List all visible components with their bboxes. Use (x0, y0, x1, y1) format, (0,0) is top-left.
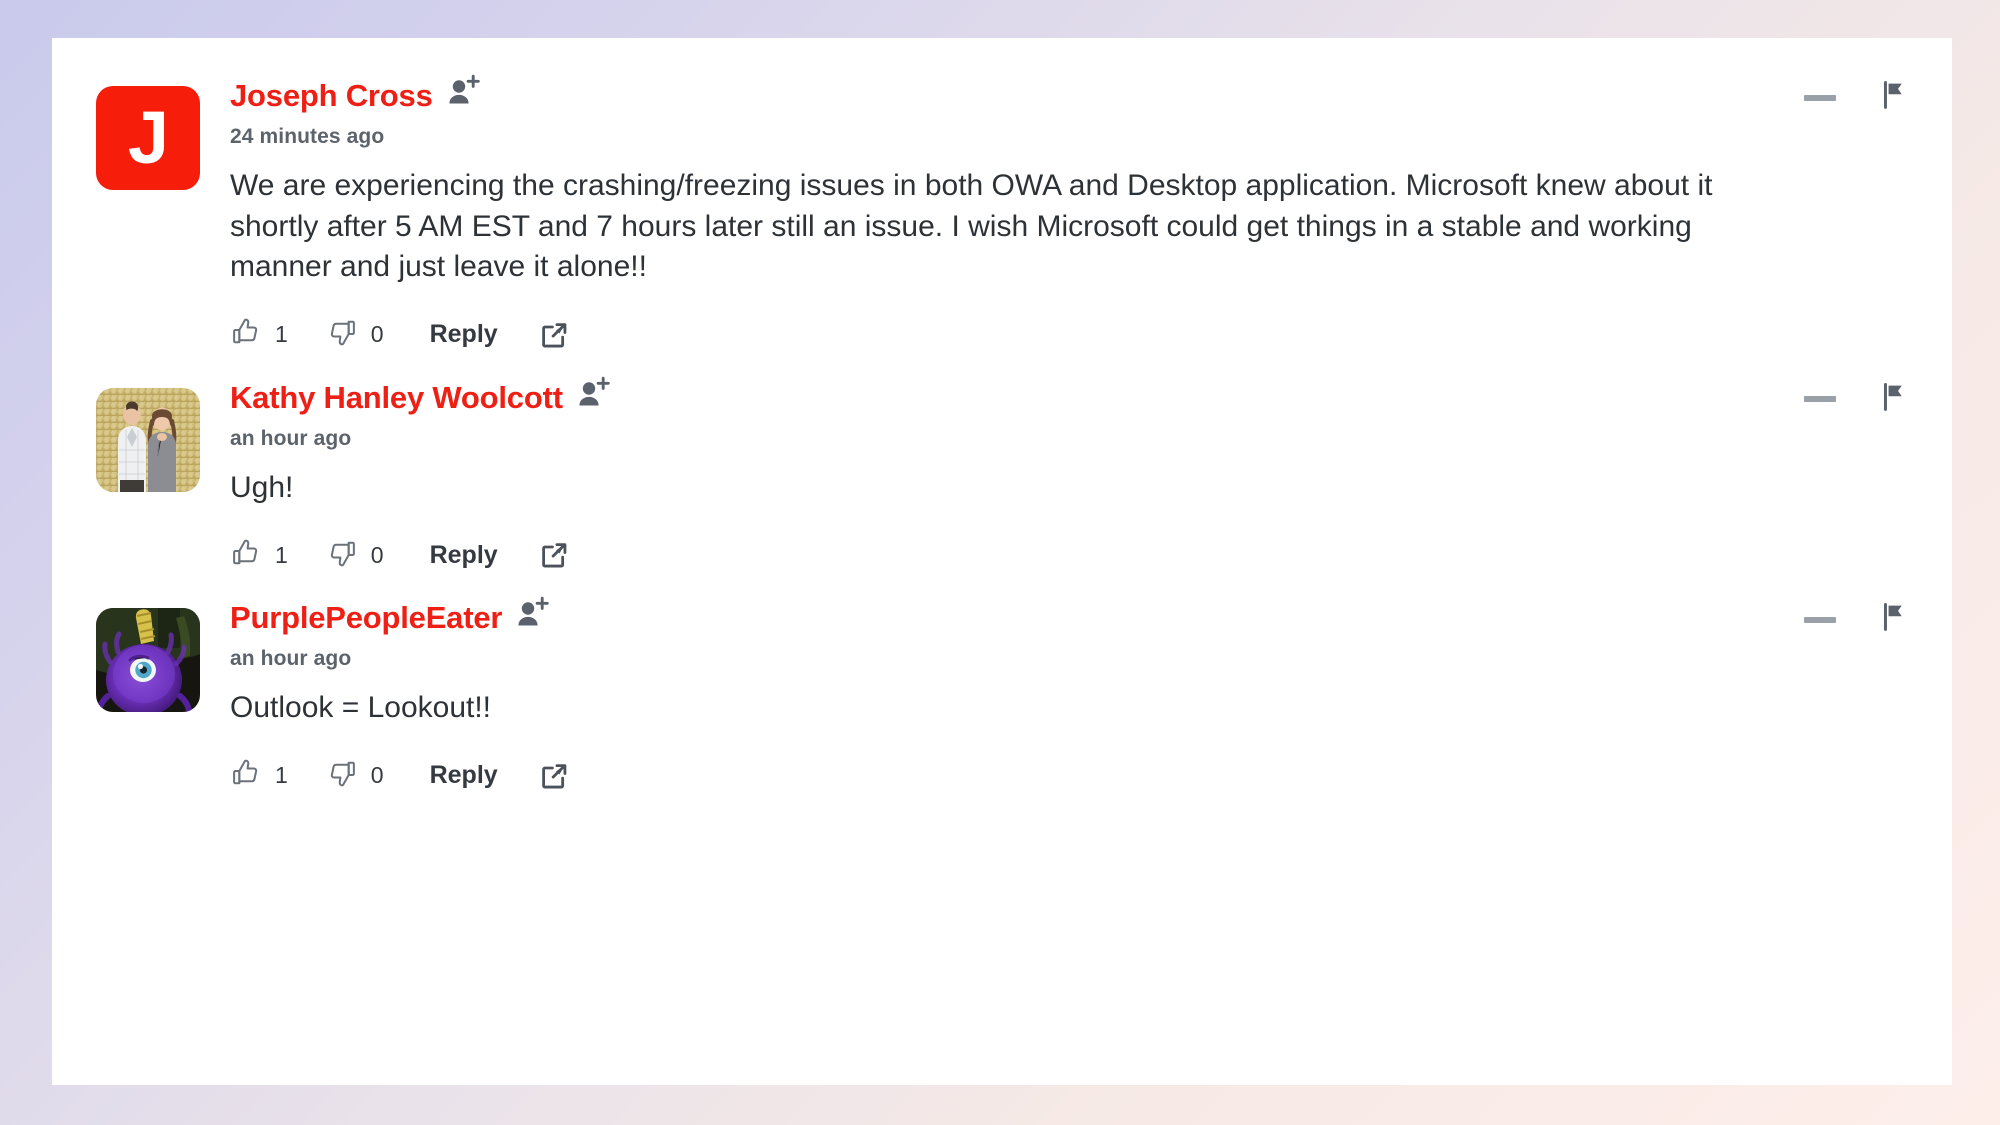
dislike-button[interactable]: 0 (326, 757, 384, 794)
avatar[interactable]: J (96, 86, 200, 190)
author-row: PurplePeopleEater (230, 596, 1748, 633)
add-person-icon[interactable] (515, 596, 550, 632)
like-count: 1 (275, 321, 288, 347)
comment-text: Outlook = Lookout!! (230, 691, 492, 724)
author-name[interactable]: Kathy Hanley Woolcott (230, 382, 563, 413)
author-name[interactable]: Joseph Cross (230, 80, 433, 111)
share-button[interactable] (538, 539, 570, 571)
collapse-icon[interactable] (1804, 396, 1836, 402)
comment-item: Kathy Hanley Woolcott an hour ago Ugh! 1… (96, 360, 1908, 581)
author-row: Kathy Hanley Woolcott (230, 376, 1748, 413)
reply-button[interactable]: Reply (430, 761, 498, 790)
dislike-count: 0 (370, 321, 384, 347)
share-button[interactable] (538, 760, 570, 792)
reply-button[interactable]: Reply (430, 541, 498, 570)
comment-body: Kathy Hanley Woolcott an hour ago Ugh! 1… (230, 376, 1908, 581)
author-row: Joseph Cross (230, 74, 1748, 111)
avatar[interactable] (96, 387, 200, 492)
comment-actions: 1 0 Reply (230, 530, 1748, 580)
comment-corner-controls (1804, 602, 1908, 637)
comment-text: We are experiencing the crashing/freezin… (230, 169, 1713, 283)
dislike-count: 0 (370, 541, 384, 568)
comment-actions: 1 0 Reply (230, 310, 1748, 360)
dislike-count: 0 (370, 762, 384, 788)
dislike-button[interactable]: 0 (326, 316, 384, 353)
comment-corner-controls (1804, 80, 1908, 115)
comment-item: PurplePeopleEater an hour ago Outlook = … (96, 580, 1908, 801)
thumbs-up-icon (230, 316, 262, 353)
comment-timestamp: an hour ago (230, 426, 352, 450)
comments-card: J Joseph Cross 24 minutes ago We are exp… (52, 38, 1952, 1085)
comment-timestamp: an hour ago (230, 647, 352, 670)
flag-icon[interactable] (1880, 382, 1908, 417)
avatar-initial: J (96, 86, 200, 190)
dislike-button[interactable]: 0 (326, 537, 384, 574)
thumbs-up-icon (230, 537, 262, 574)
thumbs-down-icon (326, 537, 358, 574)
thumbs-down-icon (326, 316, 358, 353)
comment-actions: 1 0 Reply (230, 751, 1748, 801)
comment-body: PurplePeopleEater an hour ago Outlook = … (230, 596, 1908, 801)
comment-text: Ugh! (230, 470, 294, 504)
avatar-photo-couple (96, 387, 200, 492)
collapse-icon[interactable] (1804, 94, 1836, 101)
add-person-icon[interactable] (576, 376, 610, 412)
avatar-column (96, 382, 230, 492)
collapse-icon[interactable] (1804, 616, 1836, 623)
avatar[interactable] (96, 608, 200, 712)
thumbs-down-icon (326, 757, 358, 794)
like-button[interactable]: 1 (230, 316, 288, 353)
avatar-column: J (96, 80, 230, 190)
avatar-photo-monster (96, 608, 200, 712)
reply-button[interactable]: Reply (430, 320, 498, 349)
comment-timestamp: 24 minutes ago (230, 125, 385, 148)
comment-item: J Joseph Cross 24 minutes ago We are exp… (96, 66, 1908, 360)
like-count: 1 (275, 762, 288, 788)
like-count: 1 (275, 541, 288, 568)
flag-icon[interactable] (1880, 80, 1908, 115)
like-button[interactable]: 1 (230, 537, 288, 574)
like-button[interactable]: 1 (230, 757, 288, 794)
thumbs-up-icon (230, 757, 262, 794)
comment-body: Joseph Cross 24 minutes ago We are exper… (230, 74, 1908, 360)
add-person-icon[interactable] (446, 74, 480, 110)
share-button[interactable] (538, 319, 570, 351)
flag-icon[interactable] (1880, 602, 1908, 637)
author-name[interactable]: PurplePeopleEater (230, 602, 502, 633)
comment-corner-controls (1804, 382, 1908, 417)
avatar-column (96, 602, 230, 712)
